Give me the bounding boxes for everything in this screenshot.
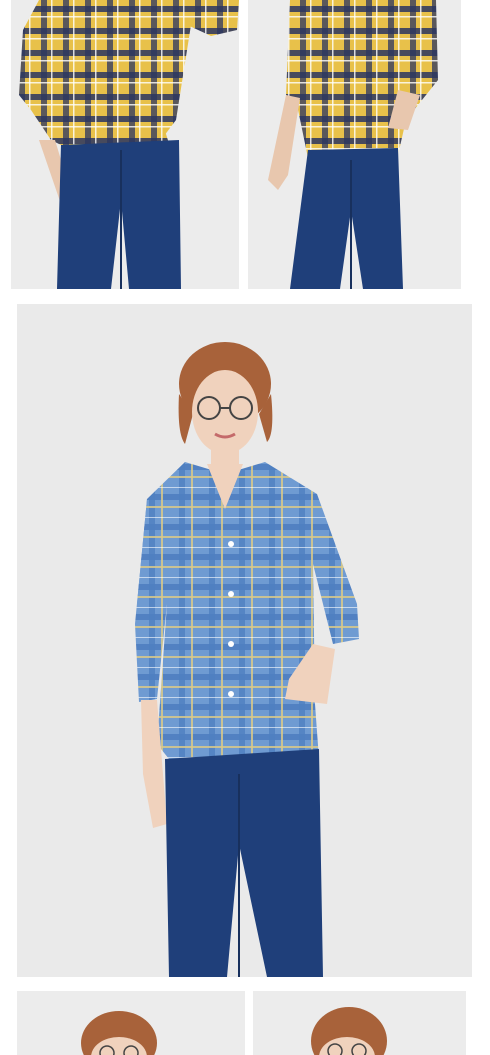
product-photo-yellow-plaid-tied[interactable]	[11, 0, 239, 289]
photo-illustration	[17, 991, 245, 1055]
product-photo-portrait-left[interactable]	[17, 991, 245, 1055]
photo-illustration	[17, 304, 472, 977]
product-photo-portrait-right[interactable]	[253, 991, 466, 1055]
product-photo-yellow-plaid-pocket[interactable]	[248, 0, 461, 289]
photo-illustration	[11, 0, 239, 289]
photo-illustration	[248, 0, 461, 289]
product-photo-blue-plaid-full[interactable]	[17, 304, 472, 977]
photo-illustration	[253, 991, 466, 1055]
